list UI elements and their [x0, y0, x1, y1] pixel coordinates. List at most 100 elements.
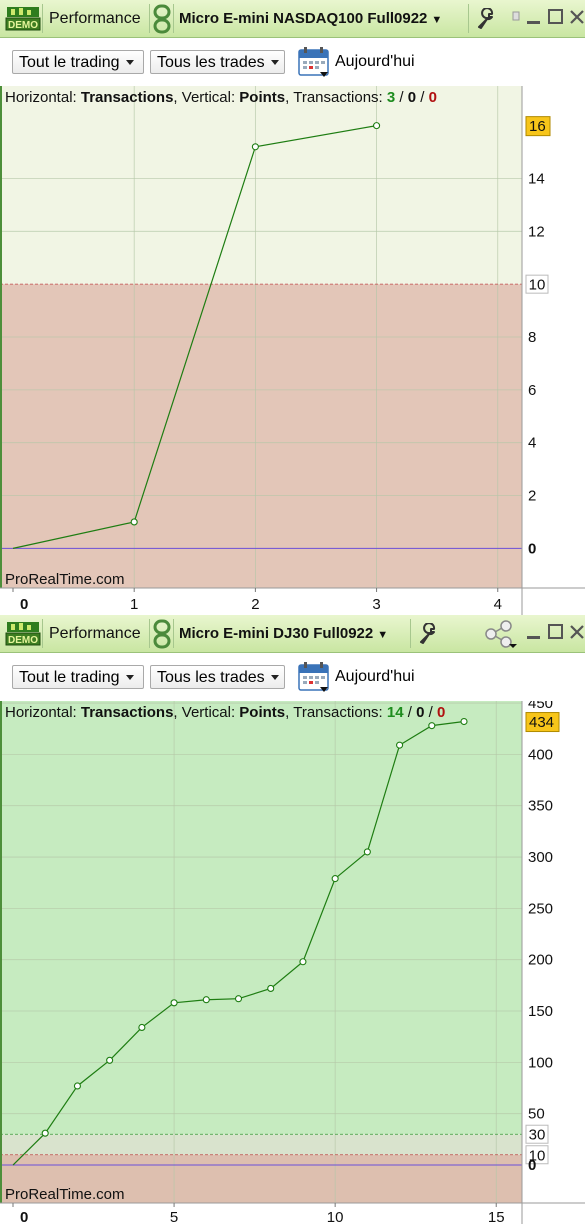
y-axis[interactable]: 10 2 4 6 8 12 14 0 16: [525, 116, 551, 558]
zone-band: [0, 284, 522, 588]
chevron-down-icon: ▼: [377, 629, 389, 641]
data-point: [428, 722, 436, 730]
x-tick-label: 0: [20, 1209, 28, 1224]
zone-band: [0, 86, 522, 285]
data-point: [251, 143, 259, 151]
horizontal-label: Horizontal:: [5, 89, 77, 106]
y-tick-label: 14: [528, 170, 545, 187]
transactions-neutral: 0: [416, 704, 424, 721]
performance-panel-nasdaq: DEMO Performance Micro E-mini NASDAQ100 …: [0, 0, 585, 615]
share-icon[interactable]: [511, 8, 521, 26]
transactions-total: 14: [387, 704, 404, 721]
horizontal-value: Transactions: [81, 704, 174, 721]
y-tick-label: 100: [528, 1054, 553, 1071]
watermark: ProRealTime.com: [5, 1186, 124, 1203]
zone-band: [0, 701, 522, 1135]
titlebar-separator: [410, 619, 411, 648]
chart-header: Horizontal: Transactions, Vertical: Poin…: [5, 89, 437, 106]
titlebar-separator: [173, 4, 174, 33]
data-point: [373, 122, 381, 130]
maximize-icon[interactable]: [547, 8, 565, 26]
zone-bands: [0, 701, 522, 1203]
calendar-icon[interactable]: [298, 46, 330, 78]
minimize-icon[interactable]: [525, 8, 543, 26]
link-icon[interactable]: [152, 4, 172, 34]
vertical-value: Points: [239, 89, 285, 106]
data-point: [138, 1023, 146, 1032]
link-icon[interactable]: [152, 619, 172, 649]
transactions-label: Transactions:: [293, 89, 382, 106]
calendar-icon[interactable]: [298, 661, 330, 693]
filter-toolbar: Tout le trading Tous les trades Aujourd'…: [0, 653, 585, 701]
wrench-icon[interactable]: [475, 8, 497, 30]
y-tick-label: 450: [528, 701, 553, 712]
titlebar-separator: [42, 4, 43, 33]
filter-toolbar: Tout le trading Tous les trades Aujourd'…: [0, 38, 585, 86]
x-tick-label: 1: [130, 596, 138, 613]
svg-text:DEMO: DEMO: [8, 20, 38, 31]
trades-filter-label: Tous les trades: [157, 669, 265, 686]
instrument-name: Micro E-mini DJ30 Full0922: [179, 625, 374, 642]
data-point: [396, 741, 404, 749]
x-tick-label: 4: [494, 596, 502, 613]
data-point: [267, 984, 275, 992]
last-value-label: 434: [529, 714, 554, 731]
vertical-label: Vertical:: [182, 89, 235, 106]
chevron-down-icon: [125, 60, 134, 66]
y-tick-label-zero: 0: [528, 540, 536, 557]
x-tick-label: 0: [20, 596, 28, 613]
horizontal-value: Transactions: [81, 89, 174, 106]
data-point: [234, 995, 243, 1003]
trading-filter-dropdown[interactable]: Tout le trading: [12, 50, 144, 74]
data-point: [299, 958, 307, 966]
trading-filter-label: Tout le trading: [19, 54, 120, 71]
titlebar-separator: [173, 619, 174, 648]
vertical-value: Points: [239, 704, 285, 721]
instrument-name: Micro E-mini NASDAQ100 Full0922: [179, 10, 428, 27]
maximize-icon[interactable]: [547, 623, 565, 641]
equity-chart-dj30: 3010501001502002503003504004500434 0 5 10 1…: [0, 701, 585, 1224]
minimize-icon[interactable]: [525, 623, 543, 641]
panel-titlebar: DEMO Performance Micro E-mini NASDAQ100 …: [0, 0, 585, 38]
equity-chart-nasdaq: 1024681214016 01234 Horizontal: Transact…: [0, 86, 585, 615]
trades-filter-dropdown[interactable]: Tous les trades: [150, 665, 285, 689]
data-point: [73, 1082, 81, 1090]
trading-filter-label: Tout le trading: [19, 669, 120, 686]
transactions-losing: 0: [429, 89, 437, 106]
instrument-selector[interactable]: Micro E-mini DJ30 Full0922 ▼: [179, 625, 388, 642]
instrument-selector[interactable]: Micro E-mini NASDAQ100 Full0922 ▼: [179, 10, 442, 27]
chart-header: Horizontal: Transactions, Vertical: Poin…: [5, 704, 445, 721]
trades-filter-dropdown[interactable]: Tous les trades: [150, 50, 285, 74]
trading-filter-dropdown[interactable]: Tout le trading: [12, 665, 144, 689]
x-axis[interactable]: 0 1 2 3 4: [12, 588, 502, 613]
data-point: [331, 875, 339, 883]
performance-panel-dj30: DEMO Performance Micro E-mini DJ30 Full0…: [0, 615, 585, 1224]
x-axis[interactable]: 0 5 10 15: [12, 1203, 505, 1224]
x-tick-label: 5: [170, 1209, 178, 1224]
close-icon[interactable]: [568, 623, 585, 641]
y-tick-label: 12: [528, 223, 545, 240]
data-point: [106, 1056, 114, 1064]
y-tick-label: 8: [528, 329, 536, 346]
titlebar-separator: [149, 619, 150, 648]
y-tick-label: 6: [528, 382, 536, 399]
chevron-down-icon: [270, 675, 279, 681]
x-tick-label: 2: [251, 596, 259, 613]
transactions-neutral: 0: [408, 89, 416, 106]
y-tick-label: 400: [528, 746, 553, 763]
transactions-label: Transactions:: [293, 704, 382, 721]
x-tick-label: 10: [327, 1209, 344, 1224]
share-icon[interactable]: [484, 620, 518, 648]
y-tick-label: 250: [528, 900, 553, 917]
wrench-icon[interactable]: [417, 623, 439, 645]
x-tick-label: 15: [488, 1209, 505, 1224]
y-tick-label: 2: [528, 488, 536, 505]
close-icon[interactable]: [568, 8, 585, 26]
svg-text:DEMO: DEMO: [8, 635, 38, 646]
demo-badge-icon: DEMO: [5, 622, 41, 646]
panel-title: Performance: [49, 10, 141, 27]
y-axis[interactable]: 3010501001502002503003504004500434: [525, 701, 560, 1174]
data-point: [130, 518, 138, 526]
titlebar-separator: [468, 4, 469, 33]
horizontal-label: Horizontal:: [5, 704, 77, 721]
